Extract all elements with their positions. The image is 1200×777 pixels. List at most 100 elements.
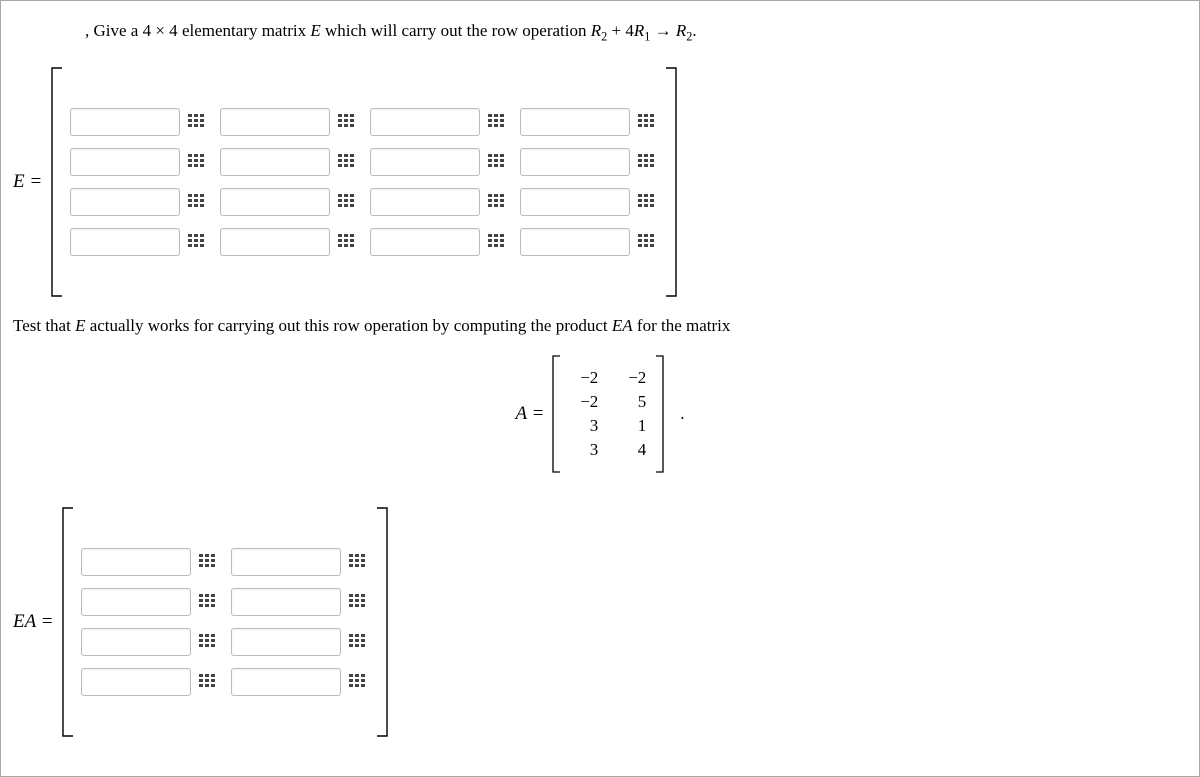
matrix-entry-input[interactable] (220, 108, 330, 136)
matrix-cell (64, 188, 214, 216)
keypad-icon[interactable] (188, 194, 208, 210)
matrix-cell (214, 148, 364, 176)
matrix-cell (364, 188, 514, 216)
matrix-cell (225, 588, 375, 616)
A-matrix-values: −2−2−253134 (562, 364, 654, 464)
prompt-mid2: which will carry out the row operation (325, 21, 591, 40)
matrix-entry-input[interactable] (520, 148, 630, 176)
keypad-icon[interactable] (638, 194, 658, 210)
keypad-icon[interactable] (349, 674, 369, 690)
matrix-entry-input[interactable] (231, 548, 341, 576)
keypad-icon[interactable] (349, 634, 369, 650)
matrix-size: 4 × 4 (143, 21, 178, 40)
keypad-icon[interactable] (638, 234, 658, 250)
matrix-entry-input[interactable] (70, 148, 180, 176)
matrix-entry-input[interactable] (231, 588, 341, 616)
keypad-icon[interactable] (488, 194, 508, 210)
keypad-icon[interactable] (199, 554, 219, 570)
left-bracket-icon (550, 354, 562, 474)
left-bracket-icon (59, 506, 75, 738)
matrix-cell (214, 228, 364, 256)
right-bracket-icon (375, 506, 391, 738)
keypad-icon[interactable] (188, 234, 208, 250)
matrix-cell (364, 148, 514, 176)
keypad-icon[interactable] (199, 674, 219, 690)
E-matrix-block: E = (13, 66, 1187, 298)
matrix-entry-input[interactable] (81, 668, 191, 696)
matrix-cell (514, 228, 664, 256)
keypad-icon[interactable] (338, 194, 358, 210)
matrix-value: 1 (618, 416, 646, 436)
matrix-cell (64, 148, 214, 176)
prompt-prefix: , Give a (85, 21, 143, 40)
matrix-cell (75, 668, 225, 696)
matrix-cell (75, 628, 225, 656)
matrix-entry-input[interactable] (220, 148, 330, 176)
test-E: E (75, 316, 85, 335)
test-instruction: Test that E actually works for carrying … (13, 316, 1187, 336)
matrix-entry-input[interactable] (70, 108, 180, 136)
matrix-entry-input[interactable] (370, 148, 480, 176)
matrix-entry-input[interactable] (370, 228, 480, 256)
test-mid: actually works for carrying out this row… (90, 316, 612, 335)
keypad-icon[interactable] (199, 634, 219, 650)
keypad-icon[interactable] (349, 554, 369, 570)
matrix-entry-input[interactable] (520, 188, 630, 216)
A-equals-label: A = (515, 403, 544, 425)
test-EA: EA (612, 316, 633, 335)
rowop-plus: + 4 (612, 21, 634, 40)
matrix-cell (75, 588, 225, 616)
matrix-cell (514, 148, 664, 176)
matrix-entry-input[interactable] (520, 108, 630, 136)
matrix-entry-input[interactable] (70, 228, 180, 256)
matrix-entry-input[interactable] (220, 228, 330, 256)
matrix-cell (364, 108, 514, 136)
keypad-icon[interactable] (488, 154, 508, 170)
EA-matrix-block: EA = (13, 506, 1187, 738)
matrix-entry-input[interactable] (520, 228, 630, 256)
question-prompt: , Give a 4 × 4 elementary matrix E which… (85, 21, 1187, 44)
matrix-value: −2 (570, 368, 598, 388)
keypad-icon[interactable] (188, 114, 208, 130)
rowop-end: . (692, 21, 696, 40)
matrix-entry-input[interactable] (370, 108, 480, 136)
E-symbol: E (310, 21, 320, 40)
keypad-icon[interactable] (338, 154, 358, 170)
matrix-entry-input[interactable] (70, 188, 180, 216)
right-bracket-icon (654, 354, 666, 474)
rowop-R2b: R (676, 21, 686, 40)
test-prefix: Test that (13, 316, 75, 335)
matrix-entry-input[interactable] (81, 588, 191, 616)
matrix-cell (225, 628, 375, 656)
keypad-icon[interactable] (349, 594, 369, 610)
matrix-value: 5 (618, 392, 646, 412)
keypad-icon[interactable] (338, 234, 358, 250)
keypad-icon[interactable] (638, 154, 658, 170)
right-bracket-icon (664, 66, 680, 298)
keypad-icon[interactable] (338, 114, 358, 130)
keypad-icon[interactable] (638, 114, 658, 130)
matrix-entry-input[interactable] (231, 668, 341, 696)
matrix-entry-input[interactable] (231, 628, 341, 656)
keypad-icon[interactable] (488, 114, 508, 130)
EA-input-grid (75, 536, 375, 708)
keypad-icon[interactable] (199, 594, 219, 610)
keypad-icon[interactable] (488, 234, 508, 250)
rowop-arrow: → (655, 21, 676, 40)
matrix-cell (514, 108, 664, 136)
matrix-entry-input[interactable] (81, 548, 191, 576)
matrix-entry-input[interactable] (370, 188, 480, 216)
matrix-cell (364, 228, 514, 256)
matrix-value: −2 (618, 368, 646, 388)
period: . (680, 404, 684, 424)
rowop-R2a-sub: 2 (601, 29, 607, 43)
matrix-entry-input[interactable] (81, 628, 191, 656)
left-bracket-icon (48, 66, 64, 298)
matrix-cell (75, 548, 225, 576)
matrix-cell (225, 548, 375, 576)
matrix-cell (214, 188, 364, 216)
rowop-R1: R (634, 21, 644, 40)
matrix-value: 4 (618, 440, 646, 460)
matrix-entry-input[interactable] (220, 188, 330, 216)
keypad-icon[interactable] (188, 154, 208, 170)
